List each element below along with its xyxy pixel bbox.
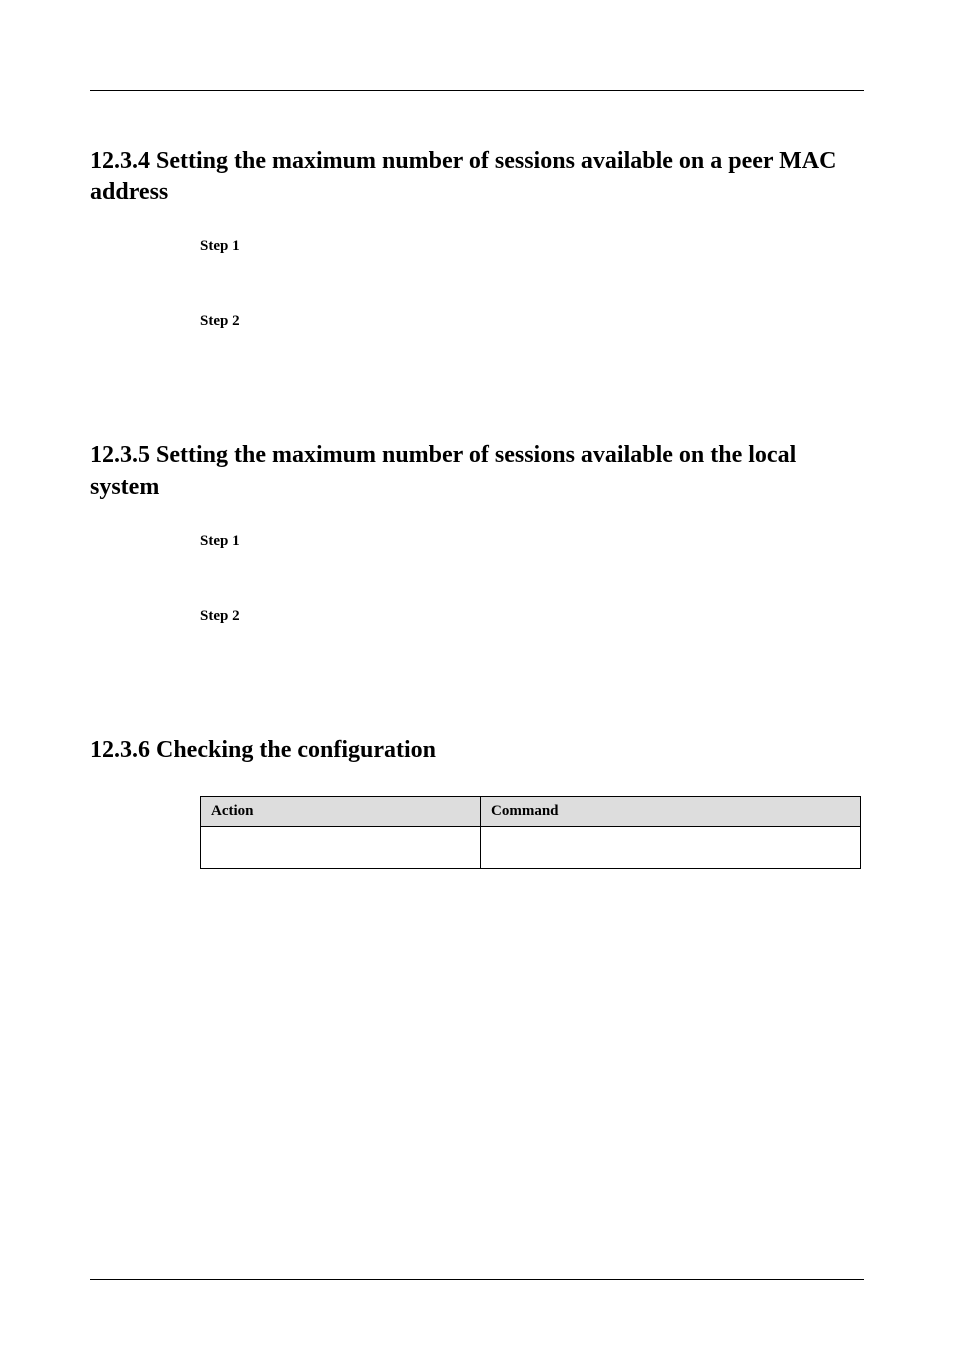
- table-cell-action: [201, 826, 481, 868]
- config-check-table: Action Command: [200, 796, 861, 869]
- step-label: Step 2: [200, 313, 864, 330]
- section-heading-12-3-5: 12.3.5 Setting the maximum number of ses…: [90, 440, 864, 502]
- table-cell-command: [481, 826, 861, 868]
- top-horizontal-rule: [90, 90, 864, 91]
- table-header-action: Action: [201, 796, 481, 826]
- table-row: [201, 826, 861, 868]
- bottom-horizontal-rule: [90, 1279, 864, 1280]
- steps-block-2: Step 1 Step 2: [200, 533, 864, 625]
- section-heading-12-3-4: 12.3.4 Setting the maximum number of ses…: [90, 146, 864, 208]
- steps-block-1: Step 1 Step 2: [200, 238, 864, 330]
- section-heading-12-3-6: 12.3.6 Checking the configuration: [90, 735, 864, 766]
- table-header-command: Command: [481, 796, 861, 826]
- step-label: Step 1: [200, 533, 864, 550]
- step-label: Step 1: [200, 238, 864, 255]
- config-table-wrap: Action Command: [200, 796, 864, 869]
- step-label: Step 2: [200, 608, 864, 625]
